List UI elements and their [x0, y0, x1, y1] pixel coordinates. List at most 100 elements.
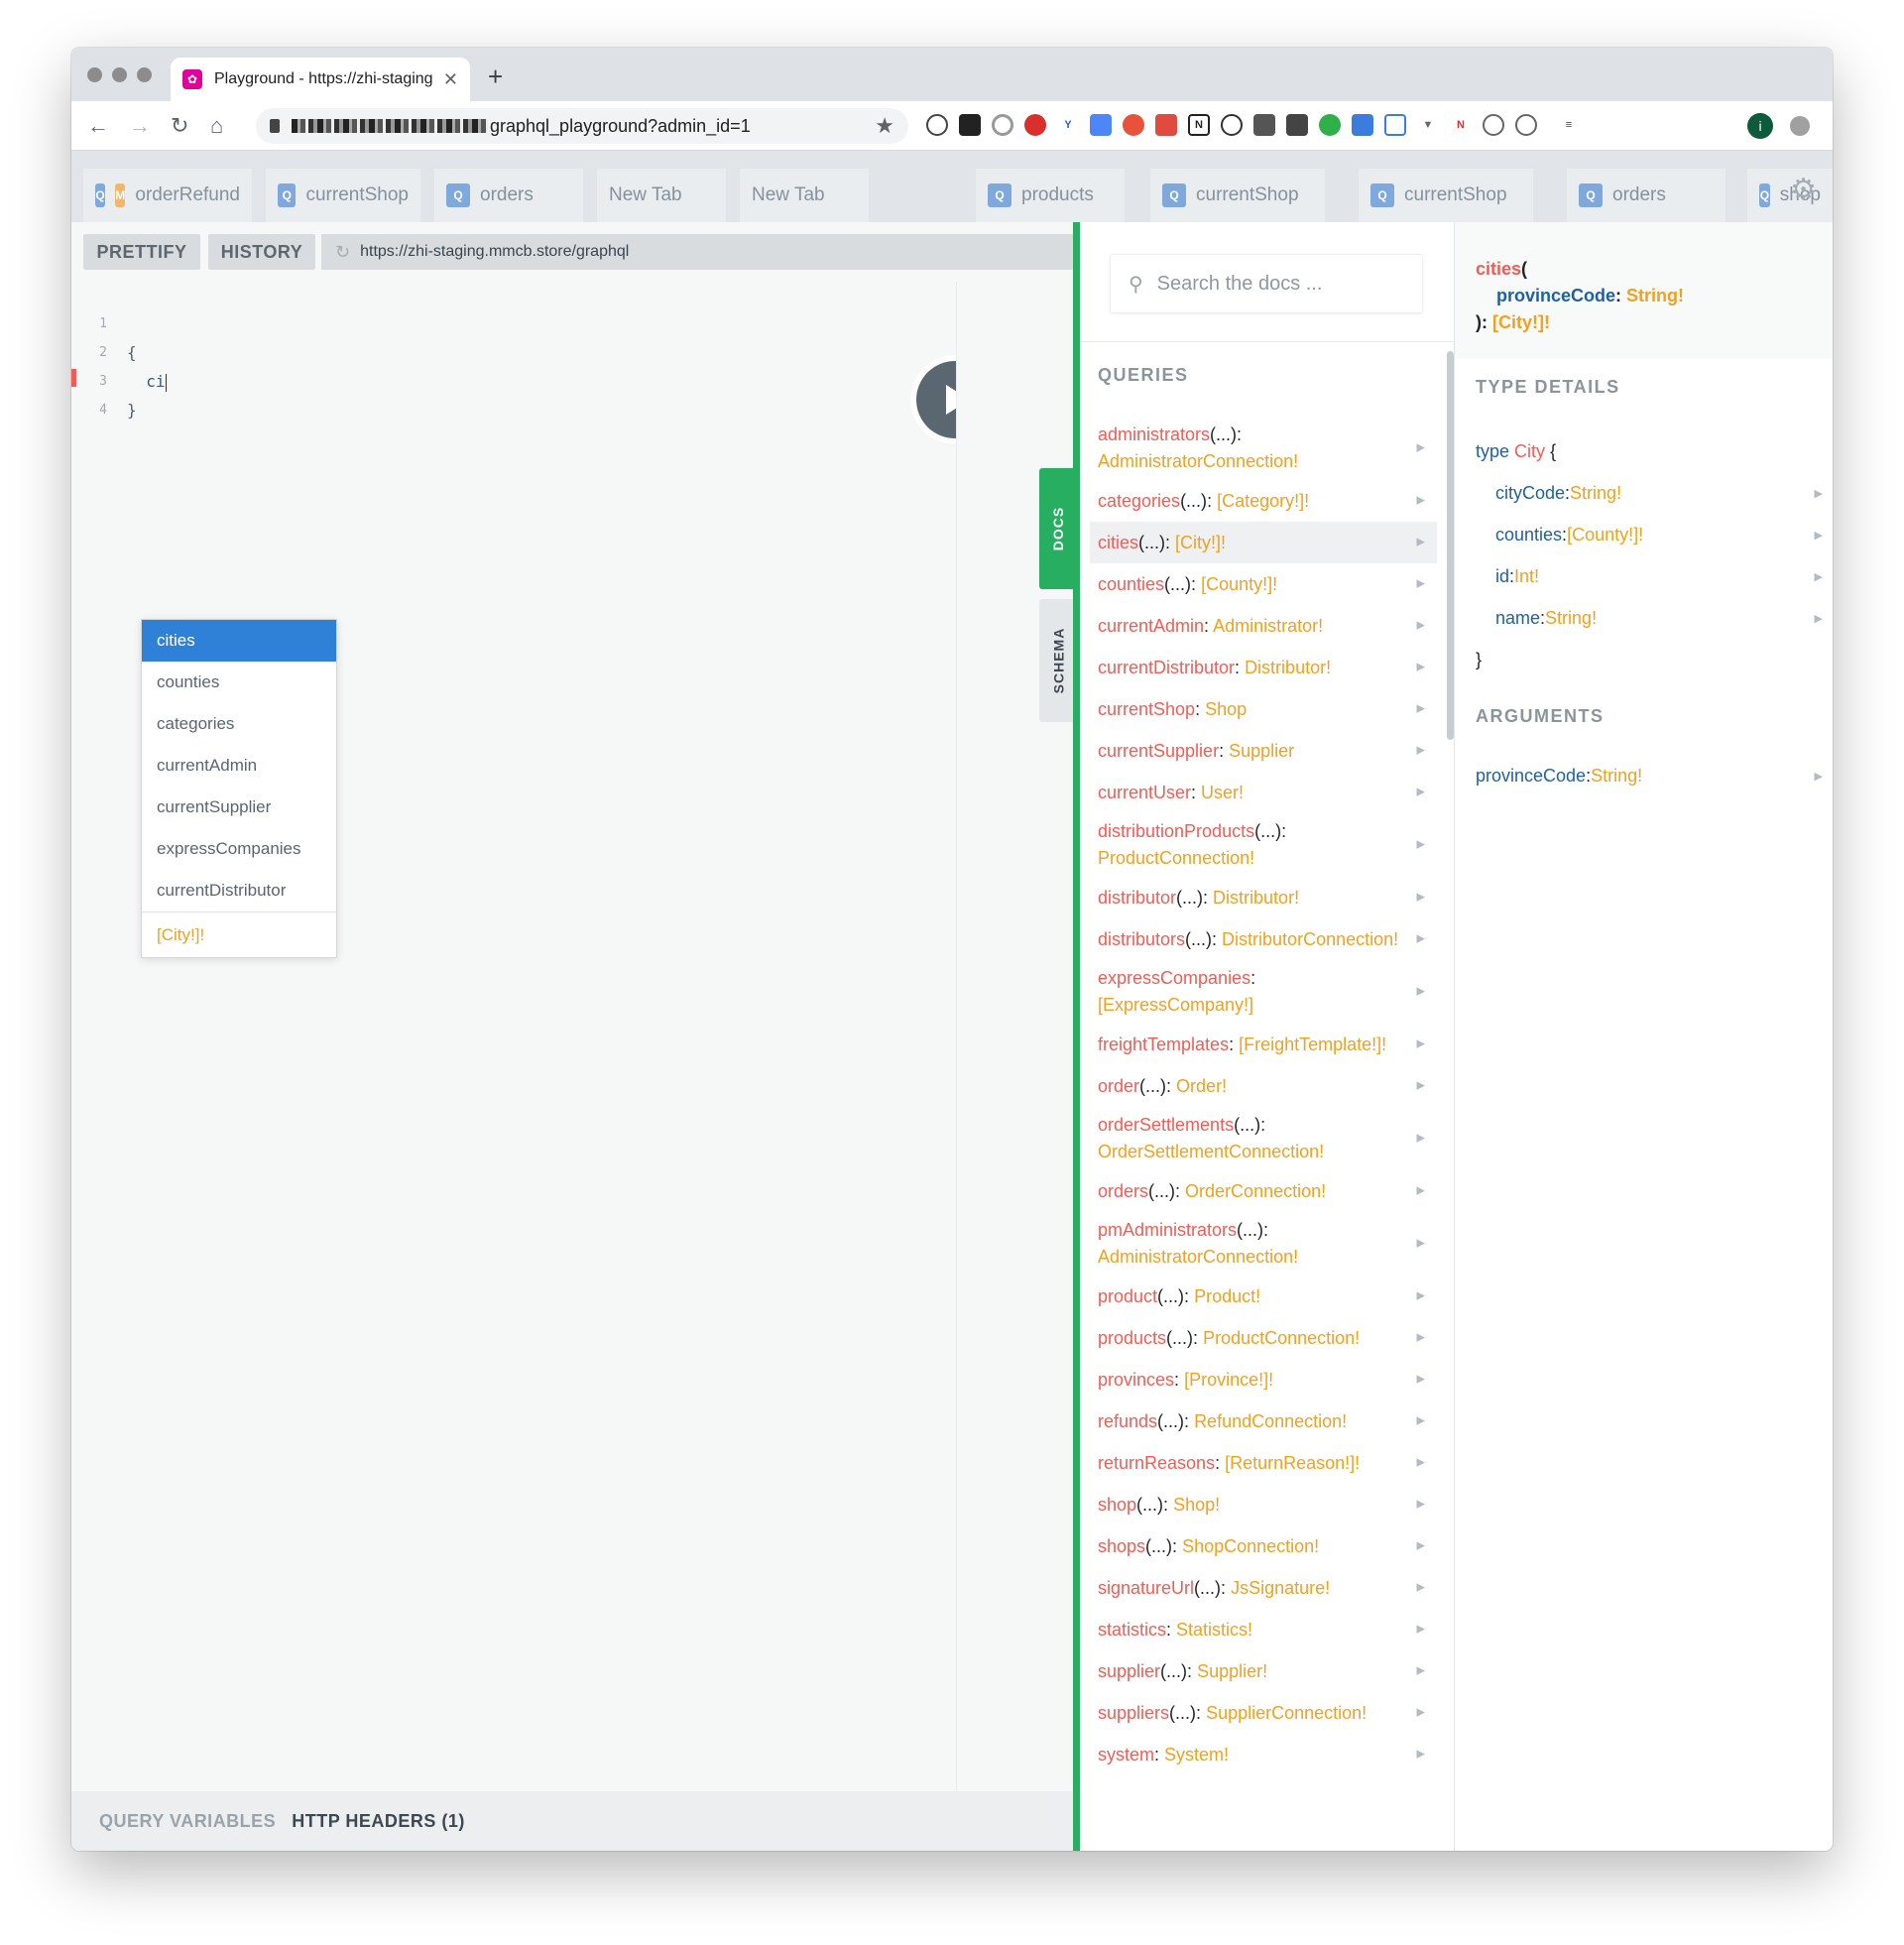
extension-s-icon[interactable] [1253, 114, 1275, 136]
autocomplete-item[interactable]: currentDistributor [142, 870, 336, 912]
query-type[interactable]: Statistics! [1176, 1620, 1252, 1640]
query-item[interactable]: currentDistributor: Distributor! ▶ [1090, 647, 1437, 688]
query-item[interactable]: suppliers(...): SupplierConnection! ▶ [1090, 1692, 1437, 1734]
extension-evernote-icon[interactable] [1319, 114, 1341, 136]
query-type[interactable]: [Category!]! [1217, 491, 1309, 511]
type-field[interactable]: name: String! ▶ [1476, 597, 1823, 639]
query-type[interactable]: SupplierConnection! [1206, 1703, 1367, 1723]
query-item[interactable]: shops(...): ShopConnection! ▶ [1090, 1525, 1437, 1567]
query-type[interactable]: Shop! [1173, 1495, 1220, 1515]
query-type[interactable]: Distributor! [1213, 888, 1299, 908]
playground-tab[interactable]: Q orders [1567, 169, 1726, 222]
query-item[interactable]: provinces: [Province!]! ▶ [1090, 1359, 1437, 1400]
query-type[interactable]: Administrator! [1213, 616, 1323, 636]
query-item[interactable]: currentAdmin: Administrator! ▶ [1090, 605, 1437, 647]
endpoint-input[interactable]: ↻ https://zhi-staging.mmcb.store/graphql [321, 234, 1073, 270]
close-tab-icon[interactable]: ✕ [443, 69, 458, 90]
playground-tab[interactable]: Q M orderRefund [83, 169, 252, 222]
query-type[interactable]: AdministratorConnection! [1098, 1247, 1298, 1267]
playground-tab[interactable]: Q currentShop [266, 169, 420, 222]
query-type[interactable]: Order! [1176, 1076, 1227, 1096]
docs-scrollbar[interactable] [1447, 351, 1454, 740]
settings-gear-icon[interactable]: ⚙ [1790, 173, 1817, 207]
autocomplete-item[interactable]: currentSupplier [142, 787, 336, 828]
query-item[interactable]: freightTemplates: [FreightTemplate!]! ▶ [1090, 1024, 1437, 1065]
extension-g-icon[interactable] [1286, 114, 1308, 136]
query-item[interactable]: signatureUrl(...): JsSignature! ▶ [1090, 1567, 1437, 1609]
autocomplete-item[interactable]: currentAdmin [142, 745, 336, 787]
argument-item[interactable]: provinceCode: String! ▶ [1476, 766, 1823, 787]
query-item[interactable]: categories(...): [Category!]! ▶ [1090, 480, 1437, 522]
query-item[interactable]: shop(...): Shop! ▶ [1090, 1484, 1437, 1525]
media-controls-icon[interactable]: ≡ [1558, 114, 1580, 136]
extension-weibo-icon[interactable] [1123, 114, 1144, 136]
back-arrow-icon[interactable]: ← [87, 113, 109, 139]
extension-adblock-icon[interactable] [1024, 114, 1046, 136]
docs-side-tab[interactable]: DOCS [1039, 468, 1077, 589]
autocomplete-item[interactable]: categories [142, 703, 336, 745]
query-type[interactable]: JsSignature! [1231, 1578, 1330, 1598]
query-type[interactable]: [Province!]! [1184, 1370, 1273, 1390]
query-item[interactable]: distributor(...): Distributor! ▶ [1090, 877, 1437, 918]
docs-search-input[interactable] [1156, 272, 1395, 296]
query-item[interactable]: orderSettlements(...): OrderSettlementCo… [1090, 1107, 1437, 1170]
query-type[interactable]: OrderSettlementConnection! [1098, 1142, 1324, 1161]
extension-a-icon[interactable] [1515, 114, 1537, 136]
playground-tab[interactable]: New Tab [597, 169, 726, 222]
docs-search[interactable]: ⚲ [1110, 254, 1423, 313]
query-item[interactable]: currentUser: User! ▶ [1090, 772, 1437, 813]
docs-divider[interactable] [1073, 222, 1080, 1851]
extension-window-icon[interactable] [1384, 114, 1406, 136]
argument-type[interactable]: String! [1591, 766, 1642, 787]
playground-tab[interactable]: Q currentShop [1150, 169, 1325, 222]
maximize-window-button[interactable] [137, 67, 152, 82]
type-field-type[interactable]: String! [1545, 608, 1597, 629]
profile-avatar[interactable]: i [1747, 113, 1773, 139]
history-button[interactable]: HISTORY [208, 234, 315, 270]
query-item[interactable]: returnReasons: [ReturnReason!]! ▶ [1090, 1442, 1437, 1484]
query-type[interactable]: ShopConnection! [1182, 1536, 1319, 1556]
http-headers-tab[interactable]: HTTP HEADERS (1) [292, 1811, 465, 1832]
extension-vue-icon[interactable]: ▼ [1417, 114, 1439, 136]
update-icon[interactable] [1790, 116, 1810, 136]
query-editor[interactable]: 1 2 3 4 { ci } cities counties categorie… [71, 282, 994, 1791]
query-type[interactable]: DistributorConnection! [1222, 929, 1398, 949]
query-type[interactable]: RefundConnection! [1194, 1411, 1347, 1431]
query-item[interactable]: orders(...): OrderConnection! ▶ [1090, 1170, 1437, 1212]
browser-tab-active[interactable]: ✿ Playground - https://zhi-staging ✕ [171, 58, 470, 101]
query-item[interactable]: system: System! ▶ [1090, 1734, 1437, 1775]
extension-block-icon[interactable] [1483, 114, 1504, 136]
extension-search-icon[interactable] [1221, 114, 1243, 136]
extension-1password-icon[interactable] [926, 114, 948, 136]
playground-tab[interactable]: Q products [976, 169, 1125, 222]
query-type[interactable]: AdministratorConnection! [1098, 451, 1298, 471]
query-type[interactable]: Shop [1205, 699, 1247, 719]
extension-ring-icon[interactable] [992, 114, 1013, 136]
extension-y-icon[interactable]: Y [1057, 114, 1079, 136]
autocomplete-item[interactable]: cities [142, 620, 336, 662]
autocomplete-item[interactable]: counties [142, 662, 336, 703]
type-field[interactable]: cityCode: String! ▶ [1476, 472, 1823, 514]
argument-type[interactable]: String! [1626, 286, 1684, 305]
query-type[interactable]: Supplier [1229, 741, 1294, 761]
playground-tab[interactable]: New Tab [740, 169, 869, 222]
playground-tab[interactable]: Q orders [434, 169, 583, 222]
query-type[interactable]: [County!]! [1201, 574, 1277, 594]
extension-netflix-icon[interactable]: N [1450, 114, 1472, 136]
query-item[interactable]: distributors(...): DistributorConnection… [1090, 918, 1437, 960]
return-type[interactable]: [City!]! [1492, 312, 1550, 332]
prettify-button[interactable]: PRETTIFY [83, 234, 200, 270]
query-type[interactable]: System! [1164, 1745, 1229, 1764]
query-type[interactable]: [City!]! [1175, 533, 1226, 552]
query-item[interactable]: supplier(...): Supplier! ▶ [1090, 1650, 1437, 1692]
query-type[interactable]: [FreightTemplate!]! [1239, 1034, 1386, 1054]
query-item[interactable]: refunds(...): RefundConnection! ▶ [1090, 1400, 1437, 1442]
type-field[interactable]: id: Int! ▶ [1476, 555, 1823, 597]
query-type[interactable]: Product! [1194, 1286, 1260, 1306]
schema-side-tab[interactable]: SCHEMA [1039, 599, 1077, 722]
reload-schema-icon[interactable]: ↻ [335, 242, 350, 263]
query-item[interactable]: cities(...): [City!]! ▶ [1090, 522, 1437, 563]
extension-notion-icon[interactable]: N [1188, 114, 1210, 136]
query-item[interactable]: expressCompanies: [ExpressCompany!] ▶ [1090, 960, 1437, 1024]
query-item[interactable]: product(...): Product! ▶ [1090, 1276, 1437, 1317]
